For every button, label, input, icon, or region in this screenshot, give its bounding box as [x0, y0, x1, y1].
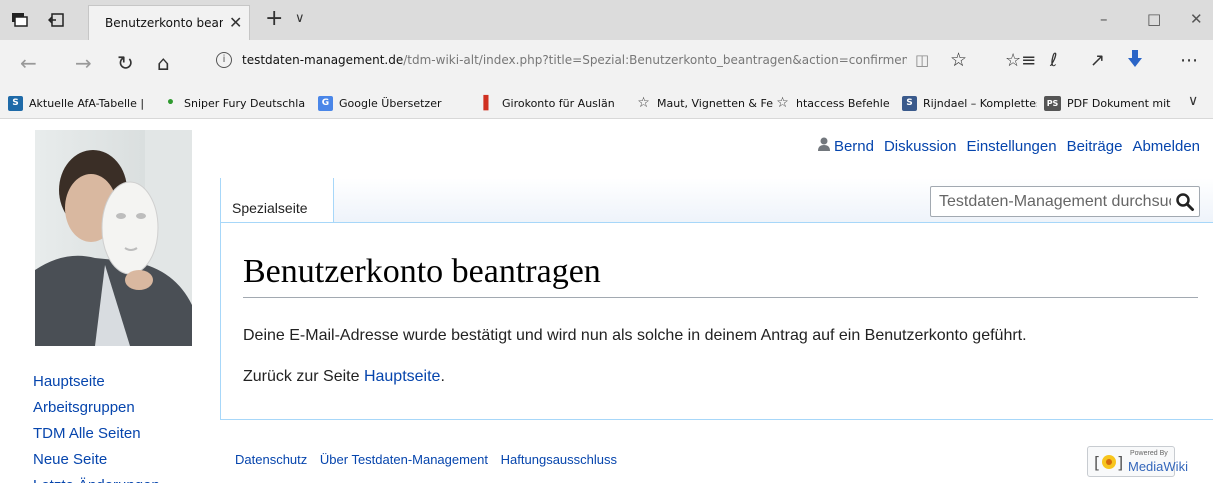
- url-text[interactable]: testdaten-management.de/tdm-wiki-alt/ind…: [242, 53, 907, 67]
- favorite-item[interactable]: S Rijndael – Komplettes: [902, 94, 1037, 112]
- favorites-bar: S Aktuelle AfA-Tabelle | • Sniper Fury D…: [0, 85, 1213, 119]
- tab-label: Spezialseite: [232, 200, 308, 216]
- forward-icon[interactable]: →: [75, 51, 92, 75]
- favorite-label: PDF Dokument mit PI: [1067, 96, 1172, 110]
- return-suffix: .: [440, 368, 445, 385]
- extension-icon[interactable]: [1128, 50, 1142, 73]
- favorite-site-icon: G: [318, 95, 333, 111]
- tab-close-icon[interactable]: ✕: [229, 13, 242, 32]
- footer-privacy-link[interactable]: Datenschutz: [235, 452, 307, 467]
- svg-text:[: [: [1094, 453, 1100, 472]
- favorite-label: Girokonto für Auslän: [502, 96, 615, 110]
- favorite-item[interactable]: ▌ Girokonto für Auslän: [481, 94, 631, 112]
- more-icon[interactable]: ⋯: [1180, 50, 1198, 71]
- tab-title: Benutzerkonto beantrag: [105, 16, 223, 30]
- sidebar-navigation: Hauptseite Arbeitsgruppen TDM Alle Seite…: [33, 369, 160, 483]
- favorite-site-icon: •: [166, 95, 175, 111]
- share-icon[interactable]: ↗: [1090, 50, 1105, 71]
- return-line: Zurück zur Seite Hauptseite.: [243, 368, 445, 386]
- favorite-item[interactable]: S Aktuelle AfA-Tabelle |: [8, 94, 163, 112]
- page-tabs-bar: Spezialseite: [220, 178, 1213, 226]
- powered-by-text: Powered By: [1130, 450, 1168, 457]
- powered-by-mediawiki-badge[interactable]: [ ] Powered By MediaWiki: [1087, 446, 1188, 477]
- sidebar-item-arbeitsgruppen[interactable]: Arbeitsgruppen: [33, 395, 160, 421]
- chevron-down-icon[interactable]: ∨: [295, 11, 305, 26]
- refresh-icon[interactable]: ↻: [117, 51, 134, 75]
- url-host: testdaten-management.de: [242, 53, 404, 67]
- address-field[interactable]: i testdaten-management.de/tdm-wiki-alt/i…: [210, 48, 970, 76]
- favorite-label: htaccess Befehle: [796, 96, 890, 110]
- mediawiki-text: MediaWiki: [1128, 459, 1188, 474]
- favorite-site-icon: S: [8, 95, 23, 111]
- logout-link[interactable]: Abmelden: [1132, 138, 1200, 155]
- favorite-star-icon[interactable]: ☆: [950, 49, 967, 71]
- favorite-item[interactable]: ☆ Maut, Vignetten & Fe: [636, 94, 776, 112]
- reading-view-icon[interactable]: ◫: [915, 51, 929, 69]
- tab-active[interactable]: Benutzerkonto beantrag ✕: [88, 5, 250, 40]
- web-note-icon[interactable]: ℓ: [1050, 50, 1057, 71]
- favorite-label: Rijndael – Komplettes: [923, 96, 1037, 110]
- chevron-down-icon[interactable]: ∨: [1188, 93, 1198, 109]
- browser-tab-bar: Benutzerkonto beantrag ✕ + ∨ – □ ✕: [0, 0, 1213, 40]
- footer-about-link[interactable]: Über Testdaten-Management: [320, 452, 488, 467]
- info-icon[interactable]: i: [216, 52, 232, 68]
- url-path: /tdm-wiki-alt/index.php?title=Spezial:Be…: [403, 53, 907, 67]
- favorite-site-icon: ▌: [483, 95, 494, 111]
- content-area: Benutzerkonto beantragen Deine E-Mail-Ad…: [220, 222, 1213, 420]
- user-link[interactable]: Bernd: [834, 138, 874, 155]
- favorites-hub-icon[interactable]: ☆≡: [1005, 50, 1036, 71]
- close-window-icon[interactable]: ✕: [1190, 10, 1203, 28]
- sidebar-item-alle-seiten[interactable]: TDM Alle Seiten: [33, 421, 160, 447]
- favorite-label: Maut, Vignetten & Fe: [657, 96, 773, 110]
- user-icon: [817, 137, 830, 155]
- home-icon[interactable]: ⌂: [157, 51, 170, 75]
- favorite-site-icon: PS: [1044, 95, 1061, 111]
- contributions-link[interactable]: Beiträge: [1067, 138, 1123, 155]
- search-icon[interactable]: [1175, 192, 1195, 212]
- confirmation-message: Deine E-Mail-Adresse wurde bestätigt und…: [243, 327, 1027, 344]
- wiki-logo[interactable]: [35, 130, 192, 346]
- favorite-label: Google Übersetzer: [339, 96, 442, 110]
- tab-actions-icon[interactable]: [10, 10, 30, 30]
- search-input[interactable]: [931, 187, 1171, 216]
- favorite-item[interactable]: • Sniper Fury Deutschla: [163, 94, 313, 112]
- preferences-link[interactable]: Einstellungen: [967, 138, 1057, 155]
- personal-tools: Bernd Diskussion Einstellungen Beiträge …: [817, 137, 1200, 155]
- footer-disclaimer-link[interactable]: Haftungsausschluss: [501, 452, 617, 467]
- favorite-item[interactable]: ☆ htaccess Befehle: [775, 94, 893, 112]
- page-title: Benutzerkonto beantragen: [243, 253, 1198, 298]
- svg-text:]: ]: [1117, 453, 1123, 472]
- address-toolbar: ← → ↻ ⌂ i testdaten-management.de/tdm-wi…: [0, 40, 1213, 85]
- sidebar-item-hauptseite[interactable]: Hauptseite: [33, 369, 160, 395]
- mediawiki-flower-icon: [ ]: [1094, 453, 1123, 472]
- favorite-site-icon: S: [902, 95, 917, 111]
- minimize-icon[interactable]: –: [1100, 10, 1108, 28]
- new-tab-icon[interactable]: +: [265, 6, 283, 31]
- favorite-label: Sniper Fury Deutschla: [184, 96, 306, 110]
- favorite-label: Aktuelle AfA-Tabelle |: [29, 96, 145, 110]
- back-icon[interactable]: ←: [20, 51, 37, 75]
- return-prefix: Zurück zur Seite: [243, 368, 364, 385]
- favorite-item[interactable]: PS PDF Dokument mit PI: [1044, 94, 1172, 112]
- favorite-star-icon: ☆: [637, 95, 650, 111]
- maximize-icon[interactable]: □: [1147, 10, 1161, 28]
- sidebar-item-neue-seite[interactable]: Neue Seite: [33, 447, 160, 473]
- tab-spezialseite[interactable]: Spezialseite: [220, 178, 334, 226]
- search-box: [930, 186, 1200, 217]
- talk-link[interactable]: Diskussion: [884, 138, 957, 155]
- set-tabs-aside-icon[interactable]: [46, 10, 66, 30]
- sidebar-item-letzte-aenderungen[interactable]: Letzte Änderungen: [33, 473, 160, 483]
- favorite-star-icon: ☆: [776, 95, 789, 111]
- footer-links: Datenschutz Über Testdaten-Management Ha…: [235, 452, 626, 467]
- return-link[interactable]: Hauptseite: [364, 368, 441, 385]
- favorite-item[interactable]: G Google Übersetzer: [318, 94, 473, 112]
